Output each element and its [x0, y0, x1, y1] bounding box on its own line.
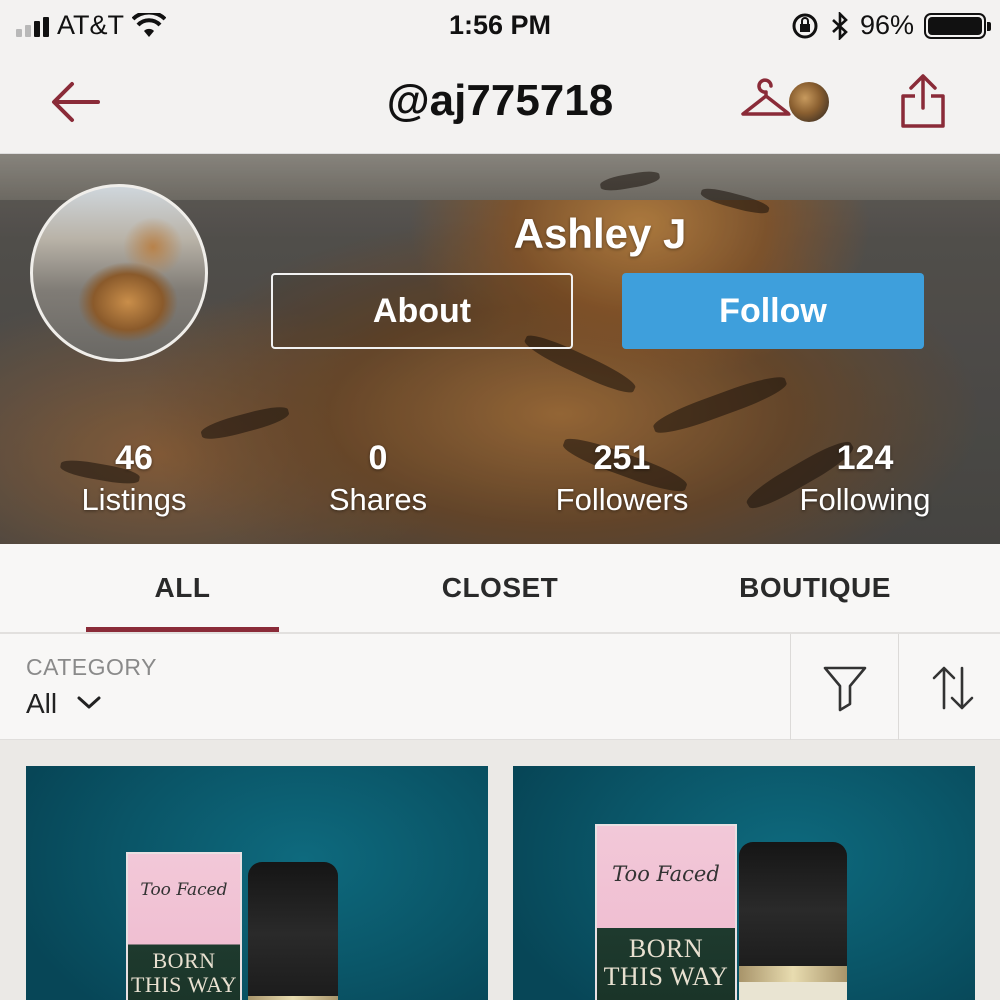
product-name-line1: BORN — [628, 934, 704, 963]
product-brand: Too Faced — [140, 880, 228, 900]
tab-all[interactable]: ALL — [86, 544, 279, 632]
page-title: @aj775718 — [386, 76, 614, 125]
battery-percent: 96% — [859, 10, 914, 40]
stat-following[interactable]: 124 Following — [755, 438, 975, 522]
about-button[interactable]: About — [271, 273, 573, 349]
battery-icon — [924, 12, 991, 39]
listing-card[interactable]: Too Faced BORN THIS WAY — [26, 766, 488, 1000]
category-label: CATEGORY — [26, 654, 157, 680]
product-name-line2: THIS WAY — [603, 962, 729, 991]
stat-followers[interactable]: 251 Followers — [512, 438, 732, 522]
profile-cover: Ashley J About Follow 46 Listings 0 Shar… — [0, 154, 1000, 544]
category-dropdown[interactable]: All — [26, 688, 57, 720]
bluetooth-icon — [832, 11, 848, 40]
stat-label: Shares — [328, 482, 428, 517]
status-right: 96% — [790, 10, 991, 41]
product-bottle — [248, 862, 338, 1000]
active-tab-indicator — [86, 627, 279, 632]
nav-bar: @aj775718 — [0, 52, 1000, 154]
product-box: Too Faced BORN THIS WAY — [126, 852, 242, 1000]
product-box: Too Faced BORN THIS WAY — [595, 824, 737, 1000]
stat-label: Listings — [81, 482, 187, 517]
stat-shares[interactable]: 0 Shares — [268, 438, 488, 522]
hanger-icon[interactable] — [740, 78, 792, 122]
divider — [790, 634, 791, 740]
filter-icon[interactable] — [822, 664, 868, 712]
stat-value: 0 — [368, 439, 388, 477]
stat-label: Followers — [555, 482, 689, 517]
tab-closet[interactable]: CLOSET — [400, 544, 600, 632]
product-brand: Too Faced — [612, 862, 720, 886]
divider — [898, 634, 899, 740]
product-name-line2: THIS WAY — [130, 972, 238, 997]
profile-name: Ashley J — [513, 210, 687, 257]
stat-listings[interactable]: 46 Listings — [24, 438, 244, 522]
orientation-lock-icon — [792, 13, 818, 38]
stat-value: 124 — [836, 439, 894, 477]
follow-button[interactable]: Follow — [622, 273, 924, 349]
product-name-line1: BORN — [152, 948, 216, 973]
product-bottle — [739, 842, 847, 1000]
filter-bar: CATEGORY All — [0, 634, 1000, 740]
stat-value: 251 — [593, 439, 651, 477]
stat-label: Following — [799, 482, 931, 517]
closet-tabs: ALL CLOSET BOUTIQUE — [0, 544, 1000, 634]
share-icon[interactable] — [898, 72, 948, 130]
avatar[interactable] — [787, 80, 831, 124]
status-bar: AT&T 1:56 PM 96% — [0, 0, 1000, 52]
listing-card[interactable]: Too Faced BORN THIS WAY — [513, 766, 975, 1000]
stat-value: 46 — [115, 439, 153, 477]
profile-photo[interactable] — [30, 184, 208, 362]
tab-boutique[interactable]: BOUTIQUE — [710, 544, 920, 632]
chevron-down-icon[interactable] — [76, 692, 102, 712]
sort-icon[interactable] — [930, 664, 976, 712]
